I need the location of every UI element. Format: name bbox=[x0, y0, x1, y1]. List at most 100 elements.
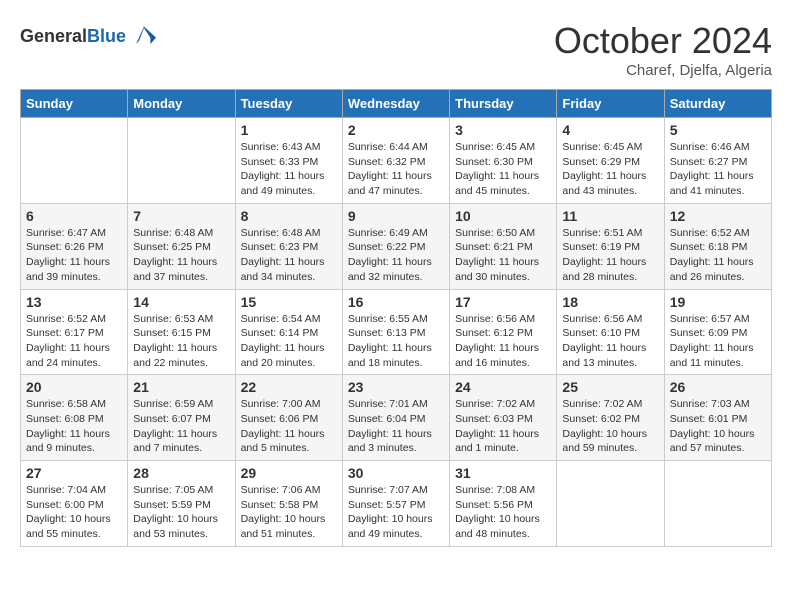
calendar-cell: 26Sunrise: 7:03 AMSunset: 6:01 PMDayligh… bbox=[664, 375, 771, 461]
calendar-cell: 18Sunrise: 6:56 AMSunset: 6:10 PMDayligh… bbox=[557, 289, 664, 375]
day-info: Sunrise: 6:45 AMSunset: 6:30 PMDaylight:… bbox=[455, 140, 551, 199]
calendar-cell: 1 Sunrise: 6:43 AMSunset: 6:33 PMDaylight… bbox=[235, 118, 342, 204]
week-row-5: 27 Sunrise: 7:04 AMSunset: 6:00 PMDayligh… bbox=[21, 461, 772, 547]
calendar-cell bbox=[664, 461, 771, 547]
logo-blue: Blue bbox=[87, 26, 126, 46]
day-info: Sunrise: 6:54 AMSunset: 6:14 PMDaylight:… bbox=[241, 312, 337, 371]
week-row-3: 13 Sunrise: 6:52 AMSunset: 6:17 PMDayligh… bbox=[21, 289, 772, 375]
day-info: Sunrise: 7:03 AMSunset: 6:01 PMDaylight:… bbox=[670, 397, 766, 456]
week-row-4: 20 Sunrise: 6:58 AMSunset: 6:08 PMDayligh… bbox=[21, 375, 772, 461]
day-info: Sunrise: 7:02 AMSunset: 6:03 PMDaylight:… bbox=[455, 397, 551, 456]
calendar-cell: 2 Sunrise: 6:44 AMSunset: 6:32 PMDaylight… bbox=[342, 118, 449, 204]
calendar-cell: 27 Sunrise: 7:04 AMSunset: 6:00 PMDayligh… bbox=[21, 461, 128, 547]
calendar-cell: 19 Sunrise: 6:57 AMSunset: 6:09 PMDayligh… bbox=[664, 289, 771, 375]
calendar-cell: 28 Sunrise: 7:05 AMSunset: 5:59 PMDayligh… bbox=[128, 461, 235, 547]
title-block: October 2024 Charef, Djelfa, Algeria bbox=[554, 20, 772, 79]
day-number: 16 bbox=[348, 294, 444, 310]
weekday-header-monday: Monday bbox=[128, 90, 235, 118]
day-number: 23 bbox=[348, 379, 444, 395]
calendar-cell: 20 Sunrise: 6:58 AMSunset: 6:08 PMDayligh… bbox=[21, 375, 128, 461]
calendar-cell: 14 Sunrise: 6:53 AMSunset: 6:15 PMDayligh… bbox=[128, 289, 235, 375]
day-info: Sunrise: 6:48 AMSunset: 6:23 PMDaylight:… bbox=[241, 226, 337, 285]
calendar-cell: 22 Sunrise: 7:00 AMSunset: 6:06 PMDayligh… bbox=[235, 375, 342, 461]
month-title: October 2024 bbox=[554, 20, 772, 62]
week-row-2: 6Sunrise: 6:47 AMSunset: 6:26 PMDaylight… bbox=[21, 203, 772, 289]
calendar-cell: 9 Sunrise: 6:49 AMSunset: 6:22 PMDaylight… bbox=[342, 203, 449, 289]
weekday-header-thursday: Thursday bbox=[450, 90, 557, 118]
day-info: Sunrise: 6:49 AMSunset: 6:22 PMDaylight:… bbox=[348, 226, 444, 285]
day-info: Sunrise: 6:47 AMSunset: 6:26 PMDaylight:… bbox=[26, 226, 122, 285]
week-row-1: 1 Sunrise: 6:43 AMSunset: 6:33 PMDaylight… bbox=[21, 118, 772, 204]
day-info: Sunrise: 6:50 AMSunset: 6:21 PMDaylight:… bbox=[455, 226, 551, 285]
day-info: Sunrise: 6:44 AMSunset: 6:32 PMDaylight:… bbox=[348, 140, 444, 199]
calendar-cell: 30 Sunrise: 7:07 AMSunset: 5:57 PMDayligh… bbox=[342, 461, 449, 547]
day-number: 19 bbox=[670, 294, 766, 310]
weekday-header-saturday: Saturday bbox=[664, 90, 771, 118]
day-info: Sunrise: 6:43 AMSunset: 6:33 PMDaylight:… bbox=[241, 140, 337, 199]
calendar-cell: 3 Sunrise: 6:45 AMSunset: 6:30 PMDaylight… bbox=[450, 118, 557, 204]
calendar-cell: 4Sunrise: 6:45 AMSunset: 6:29 PMDaylight… bbox=[557, 118, 664, 204]
day-number: 4 bbox=[562, 122, 658, 138]
weekday-header-friday: Friday bbox=[557, 90, 664, 118]
day-number: 27 bbox=[26, 465, 122, 481]
calendar-cell bbox=[21, 118, 128, 204]
day-number: 13 bbox=[26, 294, 122, 310]
calendar-cell: 15 Sunrise: 6:54 AMSunset: 6:14 PMDayligh… bbox=[235, 289, 342, 375]
calendar-cell: 5 Sunrise: 6:46 AMSunset: 6:27 PMDaylight… bbox=[664, 118, 771, 204]
day-number: 29 bbox=[241, 465, 337, 481]
day-info: Sunrise: 7:06 AMSunset: 5:58 PMDaylight:… bbox=[241, 483, 337, 542]
location: Charef, Djelfa, Algeria bbox=[554, 62, 772, 79]
day-number: 14 bbox=[133, 294, 229, 310]
day-info: Sunrise: 6:52 AMSunset: 6:17 PMDaylight:… bbox=[26, 312, 122, 371]
calendar-cell: 31Sunrise: 7:08 AMSunset: 5:56 PMDayligh… bbox=[450, 461, 557, 547]
day-number: 20 bbox=[26, 379, 122, 395]
day-number: 30 bbox=[348, 465, 444, 481]
day-info: Sunrise: 6:46 AMSunset: 6:27 PMDaylight:… bbox=[670, 140, 766, 199]
day-info: Sunrise: 7:01 AMSunset: 6:04 PMDaylight:… bbox=[348, 397, 444, 456]
weekday-header-tuesday: Tuesday bbox=[235, 90, 342, 118]
calendar-cell bbox=[128, 118, 235, 204]
calendar-cell: 25Sunrise: 7:02 AMSunset: 6:02 PMDayligh… bbox=[557, 375, 664, 461]
day-info: Sunrise: 6:58 AMSunset: 6:08 PMDaylight:… bbox=[26, 397, 122, 456]
calendar-cell: 11Sunrise: 6:51 AMSunset: 6:19 PMDayligh… bbox=[557, 203, 664, 289]
day-number: 10 bbox=[455, 208, 551, 224]
day-number: 24 bbox=[455, 379, 551, 395]
calendar-cell: 29 Sunrise: 7:06 AMSunset: 5:58 PMDayligh… bbox=[235, 461, 342, 547]
calendar-cell: 16 Sunrise: 6:55 AMSunset: 6:13 PMDayligh… bbox=[342, 289, 449, 375]
day-info: Sunrise: 7:08 AMSunset: 5:56 PMDaylight:… bbox=[455, 483, 551, 542]
day-number: 5 bbox=[670, 122, 766, 138]
calendar-cell: 7 Sunrise: 6:48 AMSunset: 6:25 PMDaylight… bbox=[128, 203, 235, 289]
page-header: GeneralBlue October 2024 Charef, Djelfa,… bbox=[20, 20, 772, 79]
logo-icon bbox=[128, 20, 160, 52]
day-info: Sunrise: 6:53 AMSunset: 6:15 PMDaylight:… bbox=[133, 312, 229, 371]
day-number: 7 bbox=[133, 208, 229, 224]
calendar-cell: 23 Sunrise: 7:01 AMSunset: 6:04 PMDayligh… bbox=[342, 375, 449, 461]
calendar-cell: 6Sunrise: 6:47 AMSunset: 6:26 PMDaylight… bbox=[21, 203, 128, 289]
day-info: Sunrise: 6:52 AMSunset: 6:18 PMDaylight:… bbox=[670, 226, 766, 285]
day-info: Sunrise: 7:02 AMSunset: 6:02 PMDaylight:… bbox=[562, 397, 658, 456]
logo: GeneralBlue bbox=[20, 20, 160, 52]
day-number: 8 bbox=[241, 208, 337, 224]
calendar-cell: 24 Sunrise: 7:02 AMSunset: 6:03 PMDayligh… bbox=[450, 375, 557, 461]
day-info: Sunrise: 6:56 AMSunset: 6:12 PMDaylight:… bbox=[455, 312, 551, 371]
day-number: 3 bbox=[455, 122, 551, 138]
day-info: Sunrise: 6:55 AMSunset: 6:13 PMDaylight:… bbox=[348, 312, 444, 371]
day-number: 22 bbox=[241, 379, 337, 395]
day-info: Sunrise: 7:07 AMSunset: 5:57 PMDaylight:… bbox=[348, 483, 444, 542]
day-number: 1 bbox=[241, 122, 337, 138]
day-info: Sunrise: 6:51 AMSunset: 6:19 PMDaylight:… bbox=[562, 226, 658, 285]
day-number: 2 bbox=[348, 122, 444, 138]
day-info: Sunrise: 7:04 AMSunset: 6:00 PMDaylight:… bbox=[26, 483, 122, 542]
day-number: 28 bbox=[133, 465, 229, 481]
day-number: 15 bbox=[241, 294, 337, 310]
calendar-cell: 13 Sunrise: 6:52 AMSunset: 6:17 PMDayligh… bbox=[21, 289, 128, 375]
calendar-cell: 17Sunrise: 6:56 AMSunset: 6:12 PMDayligh… bbox=[450, 289, 557, 375]
day-info: Sunrise: 7:05 AMSunset: 5:59 PMDaylight:… bbox=[133, 483, 229, 542]
day-info: Sunrise: 6:57 AMSunset: 6:09 PMDaylight:… bbox=[670, 312, 766, 371]
day-number: 9 bbox=[348, 208, 444, 224]
logo-general: General bbox=[20, 26, 87, 46]
day-info: Sunrise: 6:48 AMSunset: 6:25 PMDaylight:… bbox=[133, 226, 229, 285]
day-info: Sunrise: 7:00 AMSunset: 6:06 PMDaylight:… bbox=[241, 397, 337, 456]
day-info: Sunrise: 6:56 AMSunset: 6:10 PMDaylight:… bbox=[562, 312, 658, 371]
calendar-table: SundayMondayTuesdayWednesdayThursdayFrid… bbox=[20, 89, 772, 547]
